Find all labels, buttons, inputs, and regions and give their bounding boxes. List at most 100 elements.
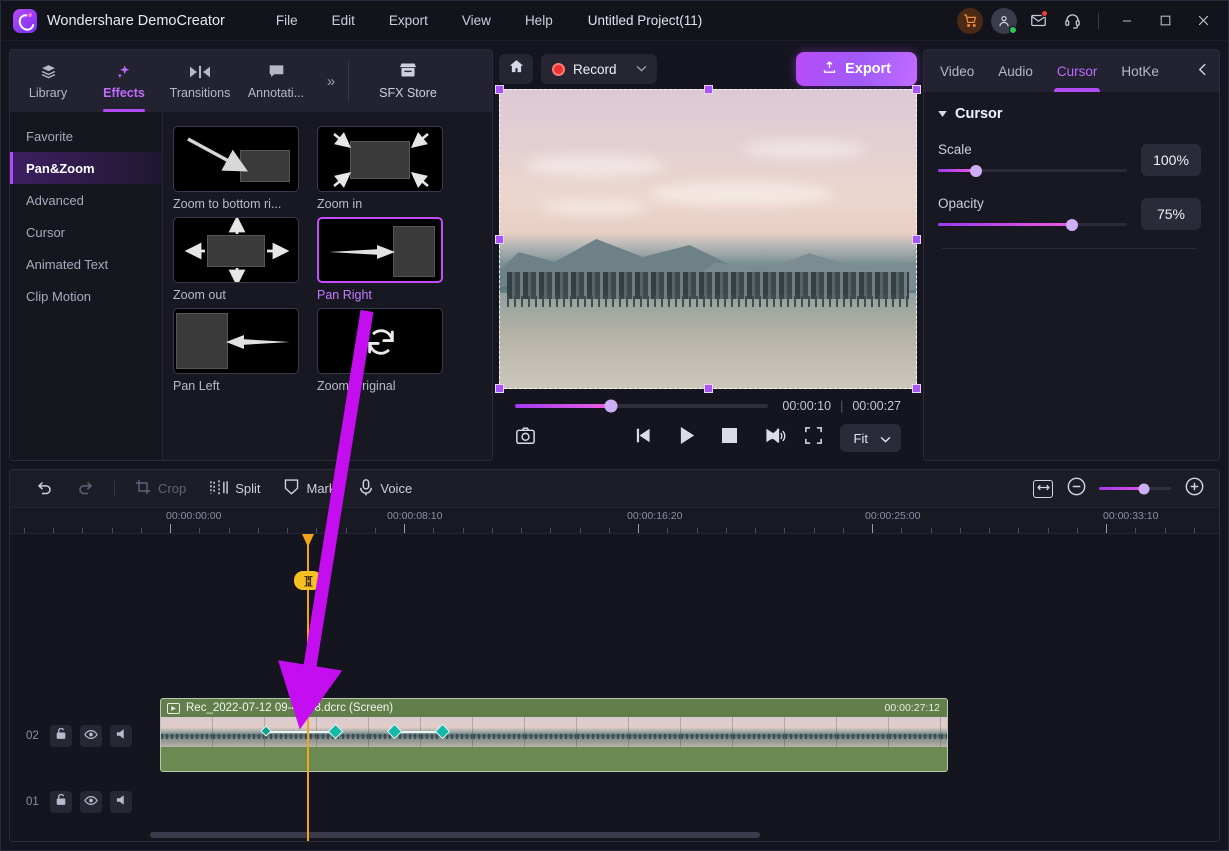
- menu-help[interactable]: Help: [508, 7, 570, 34]
- preview-panel: Record Export 00:00:10 | 00:00:27 Fit: [495, 49, 921, 461]
- seek-knob[interactable]: [604, 399, 618, 413]
- mail-button[interactable]: [1021, 4, 1055, 38]
- mark-button[interactable]: Mark: [272, 476, 347, 502]
- previous-frame-button[interactable]: [636, 428, 653, 448]
- zoom-out-button[interactable]: [1065, 477, 1087, 500]
- minimize-button[interactable]: [1108, 4, 1146, 38]
- menu-export[interactable]: Export: [372, 7, 445, 34]
- menu-bar: File Edit Export View Help: [259, 7, 570, 34]
- opacity-slider[interactable]: [938, 218, 1127, 231]
- redo-button[interactable]: [65, 476, 106, 502]
- handle-top-center[interactable]: [704, 85, 713, 94]
- properties-divider: [942, 248, 1197, 249]
- handle-middle-left[interactable]: [495, 235, 504, 244]
- playback-button-row: Fit: [515, 424, 901, 452]
- handle-top-right[interactable]: [912, 85, 921, 94]
- timeline-zoom-slider[interactable]: [1099, 483, 1171, 494]
- handle-middle-right[interactable]: [912, 235, 921, 244]
- category-favorite[interactable]: Favorite: [10, 120, 162, 152]
- collapse-panel-button[interactable]: [1190, 63, 1215, 79]
- menu-file[interactable]: File: [259, 7, 315, 34]
- timeline-clip[interactable]: ▶ Rec_2022-07-12 09-42-08.dcrc (Screen) …: [160, 698, 948, 772]
- track-01-visibility-button[interactable]: [80, 791, 102, 813]
- playhead-handle[interactable]: [302, 534, 314, 547]
- cursor-section-header[interactable]: Cursor: [938, 106, 1201, 122]
- timeline-ruler[interactable]: 00:00:00:00 00:00:08:10 00:00:16:20 00:0…: [10, 508, 1219, 534]
- maximize-button[interactable]: [1146, 4, 1184, 38]
- track-row-02: 02 ▶ Rec_2022-07-12 09-42-08.dcrc (Scree…: [10, 694, 1219, 778]
- tab-annotations[interactable]: Annotati...: [238, 50, 314, 112]
- category-clip-motion[interactable]: Clip Motion: [10, 280, 162, 312]
- crop-button[interactable]: Crop: [123, 476, 198, 502]
- menu-view[interactable]: View: [445, 7, 508, 34]
- tab-library[interactable]: Library: [10, 50, 86, 112]
- tab-sfx-store-label: SFX Store: [379, 86, 437, 100]
- opacity-slider-knob[interactable]: [1066, 218, 1079, 231]
- next-frame-button[interactable]: [763, 428, 780, 448]
- preview-stage[interactable]: [495, 85, 921, 393]
- tab-sfx-store[interactable]: SFX Store: [349, 50, 467, 112]
- seek-row: 00:00:10 | 00:00:27: [515, 399, 901, 413]
- effect-zoom-original[interactable]: Zoom Original: [317, 308, 445, 393]
- effect-zoom-in[interactable]: Zoom in: [317, 126, 445, 211]
- split-button[interactable]: Split: [198, 476, 272, 502]
- stop-button[interactable]: [722, 428, 737, 448]
- timeline-zoom-knob[interactable]: [1138, 483, 1150, 494]
- category-cursor[interactable]: Cursor: [10, 216, 162, 248]
- category-pan-zoom[interactable]: Pan&Zoom: [10, 152, 162, 184]
- track-01-mute-button[interactable]: [110, 791, 132, 813]
- fullscreen-button[interactable]: [804, 427, 822, 449]
- tab-effects[interactable]: Effects: [86, 50, 162, 112]
- scale-value[interactable]: 100%: [1141, 144, 1201, 176]
- chevron-down-icon[interactable]: [636, 64, 647, 75]
- category-advanced[interactable]: Advanced: [10, 184, 162, 216]
- snapshot-button[interactable]: [515, 426, 536, 450]
- timeline-hscrollbar[interactable]: [10, 832, 1219, 838]
- export-button[interactable]: Export: [796, 52, 917, 86]
- more-tabs-button[interactable]: »: [314, 50, 348, 112]
- track-02-visibility-button[interactable]: [80, 725, 102, 747]
- handle-top-left[interactable]: [495, 85, 504, 94]
- timeline-hscrollbar-thumb[interactable]: [150, 832, 760, 838]
- support-button[interactable]: [1055, 4, 1089, 38]
- account-button[interactable]: [987, 4, 1021, 38]
- track-header-02: 02: [10, 725, 150, 747]
- track-02-mute-button[interactable]: [110, 725, 132, 747]
- cart-button[interactable]: [953, 4, 987, 38]
- handle-bottom-left[interactable]: [495, 384, 504, 393]
- category-animated-text[interactable]: Animated Text: [10, 248, 162, 280]
- handle-bottom-right[interactable]: [912, 384, 921, 393]
- track-01-lock-button[interactable]: [50, 791, 72, 813]
- menu-edit[interactable]: Edit: [315, 7, 372, 34]
- play-button[interactable]: [679, 427, 696, 449]
- stop-icon: [722, 428, 737, 448]
- speaker-icon: [115, 793, 128, 811]
- close-button[interactable]: [1184, 4, 1222, 38]
- split-marker-badge[interactable]: ]¦[: [294, 571, 322, 590]
- scale-slider-knob[interactable]: [969, 164, 982, 177]
- undo-button[interactable]: [24, 476, 65, 502]
- effect-zoom-to-bottom-right[interactable]: Zoom to bottom ri...: [173, 126, 301, 211]
- effect-pan-left[interactable]: Pan Left: [173, 308, 301, 393]
- tab-hotkeys[interactable]: HotKe: [1109, 50, 1171, 92]
- record-button[interactable]: Record: [541, 54, 657, 84]
- scale-slider[interactable]: [938, 164, 1127, 177]
- home-button[interactable]: [499, 54, 533, 84]
- effect-pan-right[interactable]: Pan Right: [317, 217, 445, 302]
- voice-button[interactable]: Voice: [347, 476, 424, 502]
- tab-video[interactable]: Video: [928, 50, 986, 92]
- tab-transitions-label: Transitions: [169, 85, 231, 100]
- zoom-in-button[interactable]: [1183, 477, 1205, 500]
- tab-audio[interactable]: Audio: [986, 50, 1045, 92]
- track-02-lock-button[interactable]: [50, 725, 72, 747]
- handle-bottom-center[interactable]: [704, 384, 713, 393]
- total-time: 00:00:27: [852, 399, 901, 413]
- tab-transitions[interactable]: Transitions: [162, 50, 238, 112]
- fit-timeline-button[interactable]: [1033, 479, 1053, 498]
- opacity-value[interactable]: 75%: [1141, 198, 1201, 230]
- seek-bar[interactable]: [515, 399, 769, 413]
- effect-zoom-out[interactable]: Zoom out: [173, 217, 301, 302]
- zoom-fit-select[interactable]: Fit: [839, 424, 901, 452]
- tab-cursor[interactable]: Cursor: [1045, 50, 1110, 92]
- record-label: Record: [573, 61, 617, 77]
